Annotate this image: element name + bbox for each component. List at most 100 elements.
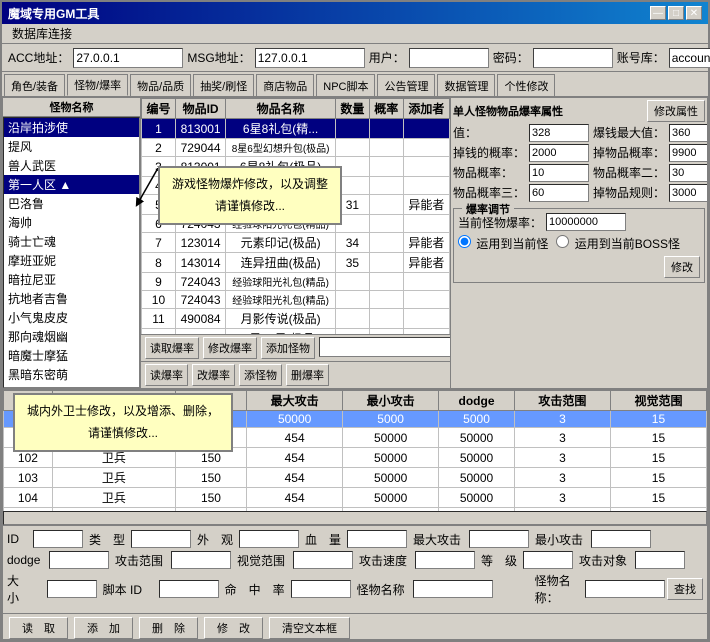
table-row[interactable]: 11490084月影传说(极品) bbox=[142, 309, 450, 329]
change-rate-btn[interactable]: 修改爆率 bbox=[203, 337, 257, 359]
pwd-input[interactable] bbox=[533, 48, 613, 68]
h-scrollbar[interactable] bbox=[3, 511, 707, 525]
tab-item-quality[interactable]: 物品/品质 bbox=[130, 74, 191, 96]
read-rate-btn2[interactable]: 读爆率 bbox=[145, 364, 188, 386]
hp-input[interactable] bbox=[347, 530, 407, 548]
drop-count-label: 物品概率： bbox=[453, 164, 525, 182]
current-rate-input[interactable] bbox=[546, 213, 626, 231]
radio-current[interactable] bbox=[458, 235, 471, 248]
tab-personal[interactable]: 个性修改 bbox=[497, 74, 555, 96]
monster-name-input[interactable] bbox=[413, 580, 493, 598]
level-input[interactable] bbox=[523, 551, 573, 569]
explosion-modify-btn[interactable]: 修改 bbox=[664, 256, 700, 278]
monster-item[interactable]: 巴洛鲁 bbox=[4, 194, 139, 213]
user-input[interactable] bbox=[409, 48, 489, 68]
drop-count-input[interactable] bbox=[529, 164, 589, 182]
monster-item[interactable]: 提风 bbox=[4, 137, 139, 156]
monster-item[interactable]: 黑暗东密萌 bbox=[4, 365, 139, 384]
menu-database[interactable]: 数据库连接 bbox=[6, 24, 78, 43]
monster-search-input[interactable] bbox=[585, 580, 665, 598]
monster-item[interactable]: 第一人区 ▲ bbox=[4, 175, 139, 194]
search-monster-input[interactable] bbox=[319, 337, 451, 357]
view-range-input[interactable] bbox=[293, 551, 353, 569]
tab-shop[interactable]: 商店物品 bbox=[256, 74, 314, 96]
tab-announcement[interactable]: 公告管理 bbox=[377, 74, 435, 96]
max-input[interactable] bbox=[669, 124, 707, 142]
monster-item[interactable]: 那向魂烟幽 bbox=[4, 327, 139, 346]
close-button[interactable]: ✕ bbox=[686, 6, 702, 20]
table-row[interactable]: 9724043经验球阳光礼包(精品) bbox=[142, 273, 450, 291]
appearance-input[interactable] bbox=[239, 530, 299, 548]
monster-item[interactable]: 骑士亡魂 bbox=[4, 232, 139, 251]
monster-item[interactable]: 抗地者吉鲁 bbox=[4, 289, 139, 308]
atk-range-input[interactable] bbox=[171, 551, 231, 569]
table-row[interactable]: 7123014元素印记(极品)34异能者 bbox=[142, 233, 450, 253]
table-row[interactable]: 10724043经验球阳光礼包(精品) bbox=[142, 291, 450, 309]
toolbar: ACC地址： 27.0.0.1 MSG地址： 用户： 密码： 账号库： 角色库：… bbox=[2, 44, 708, 72]
drop-rule-input[interactable] bbox=[669, 184, 707, 202]
drop-count2-input[interactable] bbox=[669, 164, 707, 182]
acc-label: ACC地址： bbox=[8, 49, 69, 66]
level-label: 等 级 bbox=[481, 552, 517, 569]
read-rate-btn[interactable]: 读取爆率 bbox=[145, 337, 199, 359]
table-row[interactable]: 27290448星6型幻想升包(极品) bbox=[142, 139, 450, 157]
acc-input[interactable]: 27.0.0.1 bbox=[73, 48, 183, 68]
max-atk-input[interactable] bbox=[469, 530, 529, 548]
tab-role-equip[interactable]: 角色/装备 bbox=[4, 74, 65, 96]
radio-boss[interactable] bbox=[556, 235, 569, 248]
monster-item[interactable]: 小气鬼皮皮 bbox=[4, 308, 139, 327]
delete-btn[interactable]: 删 除 bbox=[139, 617, 198, 639]
target-input[interactable] bbox=[635, 551, 685, 569]
size-input[interactable] bbox=[47, 580, 97, 598]
tab-npc[interactable]: NPC脚本 bbox=[316, 74, 375, 96]
radio-current-label: 运用到当前怪 bbox=[458, 235, 548, 252]
monster-item[interactable]: 兽人武医 bbox=[4, 156, 139, 175]
title-bar-buttons: — □ ✕ bbox=[650, 6, 702, 20]
monster-item[interactable]: 暗拉尼亚 bbox=[4, 270, 139, 289]
speed-input[interactable] bbox=[415, 551, 475, 569]
monster-item[interactable]: 摩班亚妮 bbox=[4, 251, 139, 270]
modify-attrs-btn[interactable]: 修改属性 bbox=[647, 100, 705, 122]
table-row[interactable]: 104卫兵1504545000050000315 bbox=[4, 488, 707, 508]
delete-rate-btn[interactable]: 删爆率 bbox=[286, 364, 329, 386]
clear-btn[interactable]: 清空文本框 bbox=[269, 617, 350, 639]
col-dodge: dodge bbox=[439, 391, 515, 411]
script-input[interactable] bbox=[159, 580, 219, 598]
menu-bar: 数据库连接 bbox=[2, 24, 708, 44]
drop-item-input[interactable] bbox=[669, 144, 707, 162]
min-atk-input[interactable] bbox=[591, 530, 651, 548]
monster-item[interactable]: 海帅 bbox=[4, 213, 139, 232]
value-label: 值： bbox=[453, 124, 525, 142]
minimize-button[interactable]: — bbox=[650, 6, 666, 20]
modify-btn[interactable]: 修 改 bbox=[204, 617, 263, 639]
db-input[interactable] bbox=[669, 48, 710, 68]
dodge-input[interactable] bbox=[49, 551, 109, 569]
table-row[interactable]: 8143014连异扭曲(极品)35异能者 bbox=[142, 253, 450, 273]
death-rate-input[interactable] bbox=[291, 580, 351, 598]
tab-data[interactable]: 数据管理 bbox=[437, 74, 495, 96]
drop-count3-input[interactable] bbox=[529, 184, 589, 202]
col-atk-range: 攻击范围 bbox=[514, 391, 610, 411]
tab-monster-rate[interactable]: 怪物/爆率 bbox=[67, 74, 128, 96]
type-input[interactable] bbox=[131, 530, 191, 548]
tooltip-guard-modify: 城内外卫士修改，以及增添、删除，请谨慎修改... bbox=[13, 393, 233, 452]
add-monster-btn[interactable]: 添加怪物 bbox=[261, 337, 315, 359]
monster-item[interactable]: 暗魔士摩猛 bbox=[4, 346, 139, 365]
msg-input[interactable] bbox=[255, 48, 365, 68]
add-btn[interactable]: 添 加 bbox=[74, 617, 133, 639]
drop-rate-input[interactable] bbox=[529, 144, 589, 162]
table-row[interactable]: 18130016星8礼包(精... bbox=[142, 119, 450, 139]
monster-item[interactable]: 沿岸拍涉使 bbox=[4, 118, 139, 137]
add-monster-btn2[interactable]: 添怪物 bbox=[239, 364, 282, 386]
drop-rule-label: 掉物品规则： bbox=[593, 184, 665, 202]
monster-search-btn[interactable]: 查找 bbox=[667, 578, 703, 600]
value-input[interactable] bbox=[529, 124, 589, 142]
radio-boss-label: 运用到当前BOSS怪 bbox=[556, 235, 680, 252]
tab-lottery[interactable]: 抽奖/刷怪 bbox=[193, 74, 254, 96]
maximize-button[interactable]: □ bbox=[668, 6, 684, 20]
table-row[interactable]: 103卫兵1504545000050000315 bbox=[4, 468, 707, 488]
id-input[interactable] bbox=[33, 530, 83, 548]
read-btn[interactable]: 读 取 bbox=[9, 617, 68, 639]
col-max-atk: 最大攻击 bbox=[247, 391, 343, 411]
change-rate-btn2[interactable]: 改爆率 bbox=[192, 364, 235, 386]
